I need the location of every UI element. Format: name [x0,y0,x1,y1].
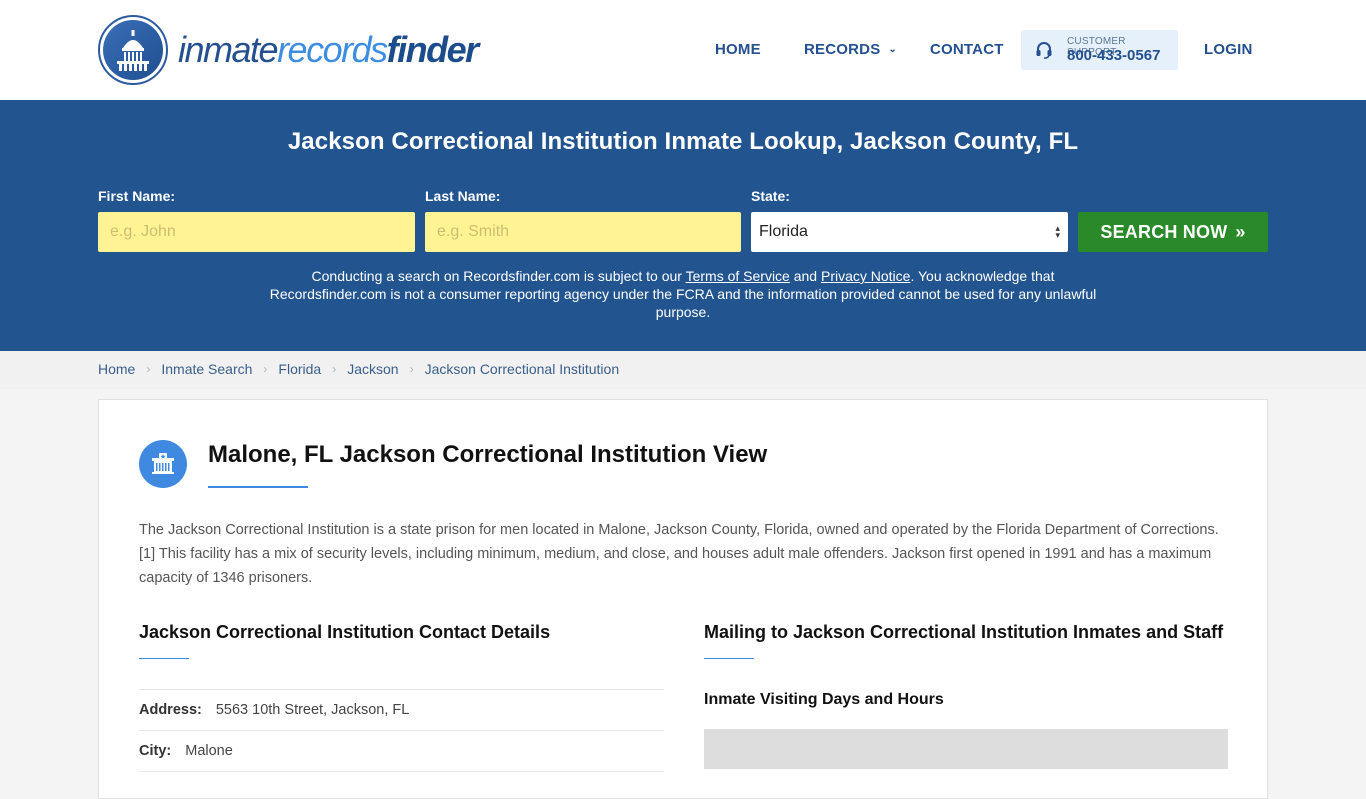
disclaimer-text-1: Conducting a search on Recordsfinder.com… [311,268,686,284]
customer-support-phone[interactable]: CUSTOMER SUPPORT 800-433-0567 [1021,30,1178,70]
last-name-label: Last Name: [425,188,501,204]
first-name-input[interactable] [98,212,415,252]
contact-details-section: Jackson Correctional Institution Contact… [139,620,664,772]
mailing-section: Mailing to Jackson Correctional Institut… [704,620,1228,769]
chevron-down-icon: ⌄ [888,44,898,55]
chevron-right-icon: › [332,362,337,376]
logo-part-finder: finder [386,29,480,70]
first-name-label: First Name: [98,188,176,204]
facility-title: Malone, FL Jackson Correctional Institut… [208,441,768,468]
contact-details-list: Address: 5563 10th Street, Jackson, FL C… [139,689,664,772]
section-underline [704,658,754,659]
logo-part-records: records [277,29,388,70]
breadcrumb-home[interactable]: Home [98,361,135,377]
privacy-notice-link[interactable]: Privacy Notice [821,268,910,284]
terms-of-service-link[interactable]: Terms of Service [686,268,790,284]
title-underline [208,486,308,488]
nav-contact[interactable]: CONTACT [930,41,1004,58]
search-button-label: SEARCH NOW [1100,221,1228,242]
search-banner: Jackson Correctional Institution Inmate … [0,100,1366,351]
support-phone-number: 800-433-0567 [1067,47,1161,64]
search-now-button[interactable]: SEARCH NOW » [1078,212,1268,252]
select-arrows-icon: ▴ ▾ [1055,223,1060,240]
breadcrumb-current[interactable]: Jackson Correctional Institution [425,361,620,377]
nav-records-label: RECORDS [804,41,881,58]
search-disclaimer: Conducting a search on Recordsfinder.com… [258,267,1108,321]
breadcrumb-inmate-search[interactable]: Inmate Search [161,361,252,377]
prison-building-icon [139,440,187,488]
state-label: State: [751,188,790,204]
chevron-right-icon: › [409,362,414,376]
detail-row-address: Address: 5563 10th Street, Jackson, FL [139,690,664,731]
visiting-hours-table [704,729,1228,769]
headset-icon [1036,42,1052,59]
chevron-right-icon: › [263,362,268,376]
detail-row-city: City: Malone [139,731,664,772]
site-logo[interactable]: inmaterecordsfinder [98,15,480,85]
section-underline [139,658,189,659]
double-chevron-right-icon: » [1235,221,1246,242]
last-name-input[interactable] [425,212,741,252]
visiting-hours-title: Inmate Visiting Days and Hours [704,691,944,708]
breadcrumb: Home › Inmate Search › Florida › Jackson… [0,351,1366,389]
disclaimer-text-2: and [789,268,821,284]
nav-login[interactable]: LOGIN [1204,41,1253,58]
breadcrumb-florida[interactable]: Florida [278,361,321,377]
state-select[interactable]: Florida ▴ ▾ [751,212,1068,252]
logo-wordmark: inmaterecordsfinder [178,29,480,71]
capitol-logo-icon [98,15,168,85]
detail-label: Address: [139,702,202,718]
detail-value: 5563 10th Street, Jackson, FL [215,702,410,718]
mailing-title: Mailing to Jackson Correctional Institut… [704,622,1224,642]
contact-details-title: Jackson Correctional Institution Contact… [139,622,551,642]
site-header: inmaterecordsfinder HOME RECORDS ⌄ CONTA… [0,0,1366,100]
page-heading: Jackson Correctional Institution Inmate … [287,128,1079,155]
facility-card: Malone, FL Jackson Correctional Institut… [98,399,1268,799]
detail-value: Malone [185,743,233,759]
chevron-right-icon: › [146,362,151,376]
detail-label: City: [139,743,172,759]
nav-records-dropdown[interactable]: RECORDS ⌄ [804,41,897,58]
state-selected-value: Florida [759,223,808,240]
nav-home[interactable]: HOME [715,41,761,58]
facility-description: The Jackson Correctional Institution is … [139,522,1219,586]
breadcrumb-jackson[interactable]: Jackson [347,361,398,377]
logo-part-inmate: inmate [178,29,279,70]
